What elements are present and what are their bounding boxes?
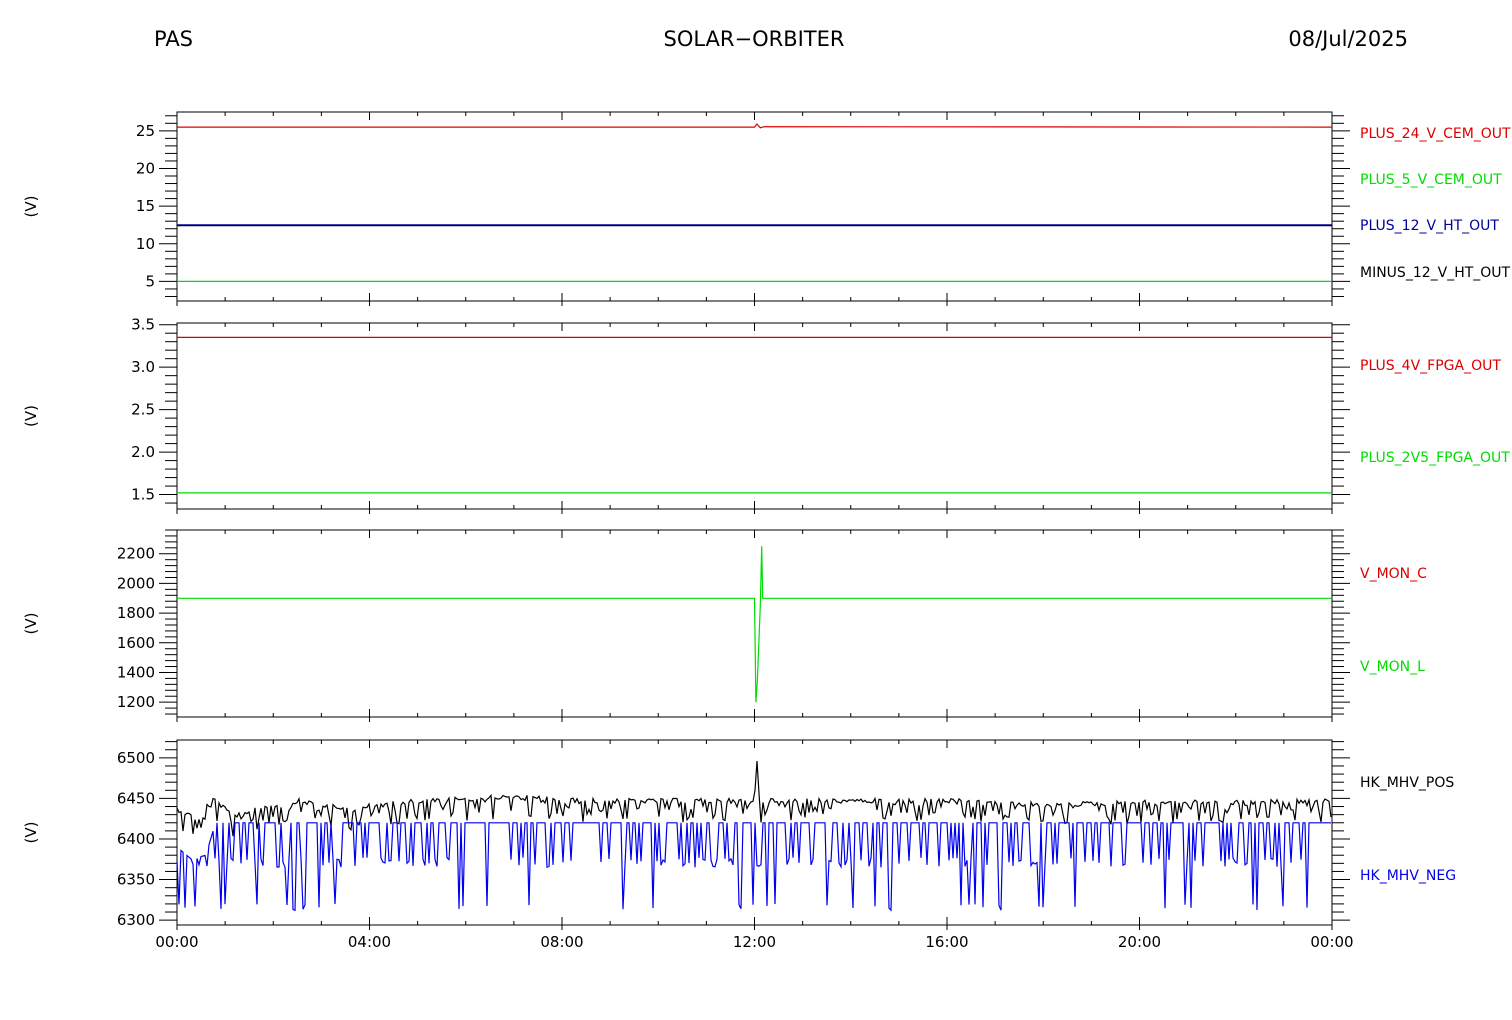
y-tick-label: 2.5 xyxy=(131,401,155,419)
y-tick-label: 10 xyxy=(136,235,155,253)
y-tick-label: 5 xyxy=(145,272,155,290)
series-line-v_mon_l xyxy=(177,546,1332,703)
legend-hk_mhv_neg: HK_MHV_NEG xyxy=(1360,868,1456,884)
y-tick-label: 2000 xyxy=(117,574,155,592)
x-tick-label: 20:00 xyxy=(1118,933,1161,951)
y-tick-label: 6500 xyxy=(117,749,155,767)
y-axis-label: (V) xyxy=(22,196,40,218)
series-line-plus_24_v_cem_out xyxy=(177,123,1333,129)
legend-plus_24_v_cem_out: PLUS_24_V_CEM_OUT xyxy=(1360,126,1511,142)
x-tick-label: 16:00 xyxy=(925,933,968,951)
x-tick-label: 04:00 xyxy=(348,933,391,951)
y-axis-label: (V) xyxy=(22,613,40,635)
y-tick-label: 1200 xyxy=(117,693,155,711)
legend-v_mon_c: V_MON_C xyxy=(1360,566,1427,582)
y-tick-label: 3.5 xyxy=(131,316,155,334)
y-tick-label: 3.0 xyxy=(131,358,155,376)
y-tick-label: 6300 xyxy=(117,911,155,929)
y-tick-label: 6450 xyxy=(117,789,155,807)
housekeeping-chart: PAS SOLAR−ORBITER 08/Jul/2025 5 10 15 20 25 (… xyxy=(22,27,1511,951)
y-tick-label: 6350 xyxy=(117,871,155,889)
panels: 5 10 15 20 25 (V) PLUS_24_V_CEM_OUT PLUS_5_V_CE… xyxy=(22,111,1511,951)
y-tick-label: 20 xyxy=(136,159,155,177)
y-tick-label: 1400 xyxy=(117,663,155,681)
plot-frame xyxy=(176,111,1333,302)
legend-plus_4v_fpga_out: PLUS_4V_FPGA_OUT xyxy=(1360,358,1501,374)
x-tick-label: 12:00 xyxy=(733,933,776,951)
legend-minus_12_v_ht_out: MINUS_12_V_HT_OUT xyxy=(1360,265,1511,281)
y-tick-label: 2200 xyxy=(117,545,155,563)
x-tick-label: 00:00 xyxy=(155,933,198,951)
x-tick-label: 00:00 xyxy=(1310,933,1353,951)
y-tick-label: 25 xyxy=(136,122,155,140)
mission-title: SOLAR−ORBITER xyxy=(663,27,844,51)
y-tick-label: 1800 xyxy=(117,604,155,622)
y-tick-label: 6400 xyxy=(117,830,155,848)
legend-plus_5_v_cem_out: PLUS_5_V_CEM_OUT xyxy=(1360,172,1502,188)
series-line-hk_mhv_neg xyxy=(176,822,1331,912)
legend-plus_2v5_fpga_out: PLUS_2V5_FPGA_OUT xyxy=(1360,450,1510,466)
y-tick-label: 2.0 xyxy=(131,443,155,461)
y-axis-label: (V) xyxy=(22,405,40,427)
legend-hk_mhv_pos: HK_MHV_POS xyxy=(1360,775,1454,791)
y-tick-label: 1.5 xyxy=(131,486,155,504)
date-label: 08/Jul/2025 xyxy=(1288,27,1408,51)
y-tick-label: 15 xyxy=(136,197,155,215)
x-tick-label: 08:00 xyxy=(540,933,583,951)
y-axis-label: (V) xyxy=(22,822,40,844)
plot-frame xyxy=(176,322,1333,510)
instrument-title: PAS xyxy=(154,27,193,51)
y-tick-label: 1600 xyxy=(117,634,155,652)
series-line-hk_mhv_pos xyxy=(176,760,1332,837)
legend-v_mon_l: V_MON_L xyxy=(1360,659,1425,675)
legend-plus_12_v_ht_out: PLUS_12_V_HT_OUT xyxy=(1360,218,1499,234)
